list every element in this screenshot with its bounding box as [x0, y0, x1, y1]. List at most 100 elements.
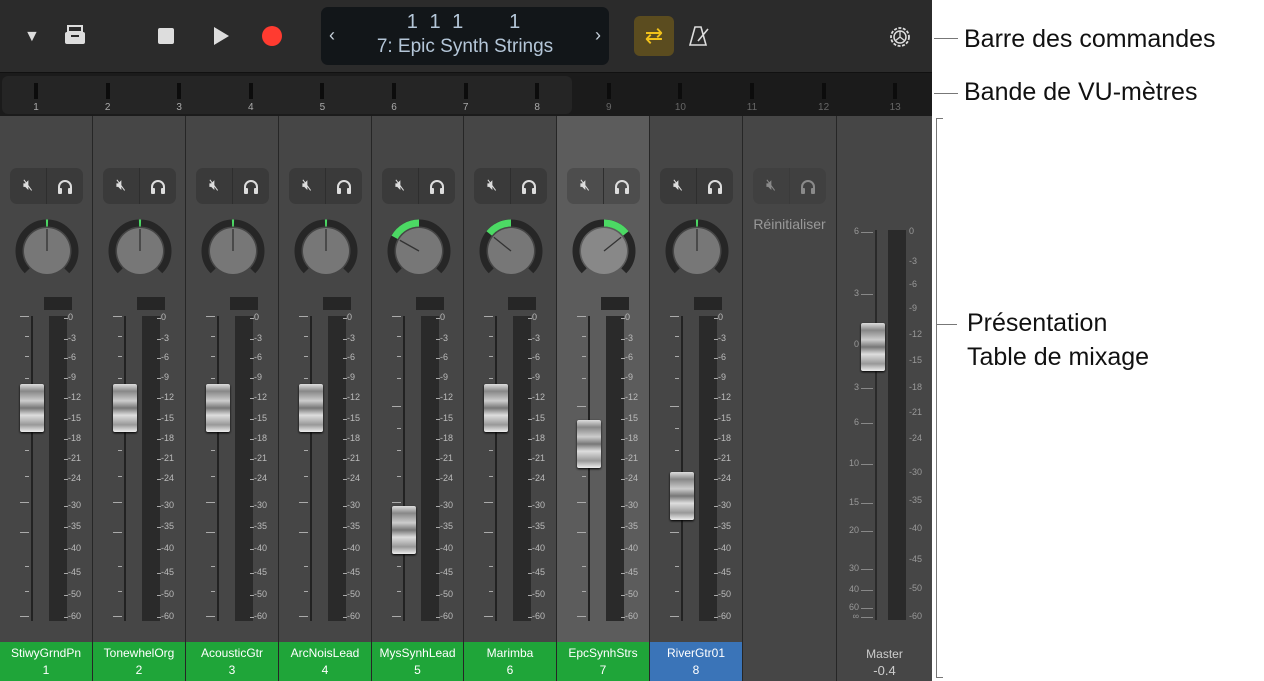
fader-tick	[304, 356, 308, 357]
volume-fader[interactable]	[299, 383, 323, 432]
pan-knob[interactable]	[386, 218, 452, 284]
pan-knob[interactable]	[571, 218, 637, 284]
meter-scale-label: -60	[347, 611, 361, 621]
volume-fader[interactable]	[392, 505, 416, 554]
volume-fader[interactable]	[670, 471, 694, 520]
solo-button[interactable]	[232, 168, 269, 204]
channel-strip-1[interactable]: 🔇︎ 0 -3 -6 -9 -12 -15 -18 -21 -24 -30 -35 -40 -45 -50 -…	[0, 116, 93, 681]
channel-name-label[interactable]: Marimba 6	[464, 642, 556, 681]
meter-scale-label: -40	[254, 543, 268, 553]
meter-scale-label: -12	[161, 392, 175, 402]
visible-range-highlight[interactable]	[2, 76, 572, 114]
fader-tick	[113, 616, 122, 617]
pan-knob[interactable]	[293, 218, 359, 284]
meter-scale-label: -18	[161, 433, 175, 443]
gear-icon[interactable]	[888, 25, 912, 53]
meter-scale-label: -60	[532, 611, 546, 621]
mute-button[interactable]: 🔇︎	[103, 168, 139, 204]
play-icon[interactable]	[212, 26, 230, 50]
meter-scale-label: -30	[347, 500, 361, 510]
volume-fader[interactable]	[206, 383, 230, 432]
meter-scale-label: -30	[68, 500, 82, 510]
pan-knob[interactable]	[200, 218, 266, 284]
stop-icon[interactable]	[158, 28, 174, 44]
channel-name-label[interactable]: EpcSynhStrs 7	[557, 642, 649, 681]
lcd-display[interactable]: ‹ 1 1 1 1 7: Epic Synth Strings ›	[321, 7, 609, 65]
inbox-tray-icon[interactable]	[62, 24, 88, 46]
next-track-button[interactable]: ›	[595, 25, 601, 46]
meter-scale-label: -3	[440, 333, 449, 343]
meter-scale-label: -21	[161, 453, 175, 463]
master-volume-fader[interactable]	[861, 323, 885, 371]
mute-button[interactable]: 🔇︎	[196, 168, 232, 204]
channel-name-label[interactable]: AcousticGtr 3	[186, 642, 278, 681]
pan-knob[interactable]	[664, 218, 730, 284]
channel-strip-8[interactable]: 🔇︎ 0 -3 -6 -9 -12 -15 -18 -21 -24 -30 -35 -40 -45 -50 -…	[650, 116, 743, 681]
triangle-down-icon[interactable]: ▼	[24, 27, 40, 47]
meter-scale-label: -30	[440, 500, 454, 510]
channel-name-label[interactable]: TonewhelOrg 2	[93, 642, 185, 681]
previous-track-button[interactable]: ‹	[329, 25, 335, 46]
mute-button[interactable]: 🔇︎	[10, 168, 46, 204]
meter-scale-label: -50	[440, 589, 454, 599]
solo-button[interactable]	[510, 168, 547, 204]
channel-strip-6[interactable]: 🔇︎ 0 -3 -6 -9 -12 -15 -18 -21 -24 -30 -35 -40 -45 -50 -…	[464, 116, 557, 681]
solo-button[interactable]	[46, 168, 83, 204]
solo-button[interactable]	[325, 168, 362, 204]
meter-scale-label: -6	[68, 352, 77, 362]
pan-knob[interactable]	[107, 218, 173, 284]
volume-fader[interactable]	[577, 420, 601, 469]
meter-scale-label: -9	[625, 372, 634, 382]
solo-button[interactable]	[696, 168, 733, 204]
solo-button[interactable]	[139, 168, 176, 204]
volume-fader[interactable]	[20, 383, 44, 432]
channel-name: Marimba	[486, 646, 534, 660]
fader-tick	[582, 356, 586, 357]
channel-name-label[interactable]: ArcNoisLead 4	[279, 642, 371, 681]
channel-name-label[interactable]: StiwyGrndPn 1	[0, 642, 92, 681]
cycle-button[interactable]: ⇄	[634, 16, 674, 56]
channel-name-label[interactable]: MysSynhLead 5	[372, 642, 463, 681]
meter-scale-label: -18	[68, 433, 82, 443]
mute-button[interactable]: 🔇︎	[660, 168, 696, 204]
channel-strip-7[interactable]: 🔇︎ 0 -3 -6 -9 -12 -15 -18 -21 -24 -30 -35 -40 -45 -50 -…	[557, 116, 650, 681]
mute-button[interactable]: 🔇︎	[753, 168, 789, 204]
mute-button[interactable]: 🔇︎	[382, 168, 418, 204]
channel-number: 6	[506, 663, 514, 677]
mute-button[interactable]: 🔇︎	[289, 168, 325, 204]
meter-scale-label: 0	[625, 312, 631, 322]
solo-button[interactable]	[789, 168, 826, 204]
volume-fader[interactable]	[484, 383, 508, 432]
record-icon[interactable]	[262, 26, 282, 46]
metronome-icon[interactable]	[688, 25, 710, 51]
channel-strip-5[interactable]: 🔇︎ 0 -3 -6 -9 -12 -15 -18 -21 -24 -30 -35 -40 -45 -50 -…	[372, 116, 464, 681]
pan-knob[interactable]	[478, 218, 544, 284]
volume-fader[interactable]	[113, 383, 137, 432]
channel-name-label[interactable]: RiverGtr01 8	[650, 642, 742, 681]
channel-strip-4[interactable]: 🔇︎ 0 -3 -6 -9 -12 -15 -18 -21 -24 -30 -35 -40 -45 -50 -…	[279, 116, 372, 681]
channel-strip-3[interactable]: 🔇︎ 0 -3 -6 -9 -12 -15 -18 -21 -24 -30 -35 -40 -45 -50 -…	[186, 116, 279, 681]
mute-button[interactable]: 🔇︎	[474, 168, 510, 204]
meter-scale-label: -40	[532, 543, 546, 553]
meter-scale-label: -21	[909, 407, 923, 417]
fader-tick	[211, 356, 215, 357]
mute-button[interactable]: 🔇︎	[567, 168, 603, 204]
solo-button[interactable]	[418, 168, 455, 204]
pan-knob[interactable]	[14, 218, 80, 284]
meter-scale-label: -35	[68, 521, 82, 531]
fader-tick	[304, 336, 308, 337]
fader-tick	[25, 450, 29, 451]
master-strip[interactable]: 6 3 0 3 6 10 15 20 30 40 60 ∞ 0 -3 -6 -9 -12 -15 -18 -21 -24…	[837, 116, 932, 681]
reset-button[interactable]: Réinitialiser	[743, 216, 836, 232]
cycle-icon: ⇄	[644, 23, 664, 48]
channel-strip-2[interactable]: 🔇︎ 0 -3 -6 -9 -12 -15 -18 -21 -24 -30 -35 -40 -45 -50 -…	[93, 116, 186, 681]
solo-button[interactable]	[603, 168, 640, 204]
meter-scale-label: -30	[254, 500, 268, 510]
vu-number: 7	[462, 102, 469, 113]
meter-scale-label: -35	[161, 521, 175, 531]
meter-scale-label: -21	[532, 453, 546, 463]
meter-scale-label: -15	[532, 413, 546, 423]
fader-tick	[304, 591, 308, 592]
channel-number: 1	[42, 663, 50, 677]
vu-meter-strip[interactable]: 1 2 3 4 5 6 7 8 9 10 11 12 13	[0, 72, 932, 116]
